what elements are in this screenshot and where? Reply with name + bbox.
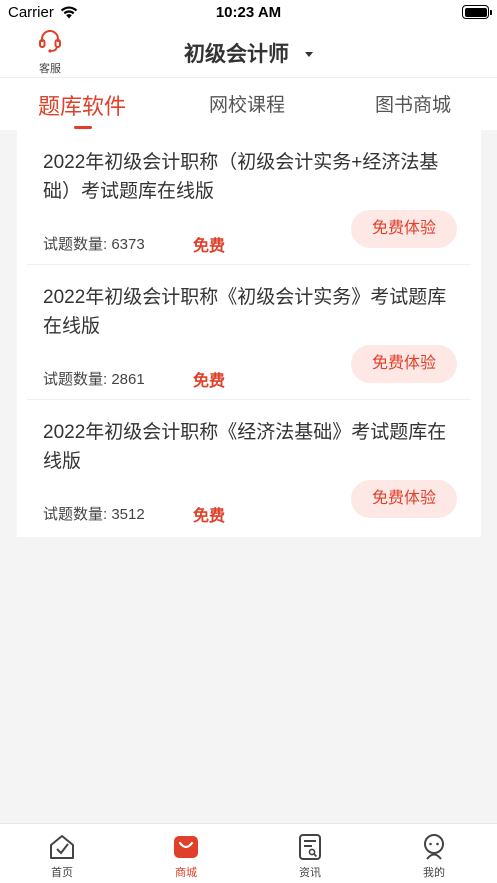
free-trial-button[interactable]: 免费体验 [351, 345, 457, 383]
tabbar-label: 我的 [423, 867, 445, 879]
tab-book-store[interactable]: 图书商城 [375, 90, 451, 117]
tabbar-label: 首页 [51, 867, 73, 879]
status-bar: Carrier 10:23 AM [0, 0, 497, 26]
price-label: 免费 [193, 238, 226, 255]
profile-icon [424, 834, 444, 860]
product-title: 2022年初级会计职称《经济法基础》考试题库在线版 [43, 422, 447, 472]
price-label: 免费 [193, 508, 226, 525]
bottom-tab-bar: 首页 商城 资讯 我的 [0, 823, 497, 883]
product-item[interactable]: 2022年初级会计职称（初级会计实务+经济法基础）考试题库在线版 试题数量: 6… [17, 130, 481, 265]
status-time: 10:23 AM [215, 4, 282, 21]
tab-question-bank[interactable]: 题库软件 [38, 89, 126, 121]
active-tab-indicator [74, 126, 92, 129]
product-title: 2022年初级会计职称（初级会计实务+经济法基础）考试题库在线版 [43, 152, 439, 202]
question-count: 试题数量: 3512 [43, 503, 145, 524]
product-item[interactable]: 2022年初级会计职称《初级会计实务》考试题库在线版 试题数量: 2861 免费… [17, 265, 481, 400]
exam-selector[interactable]: 初级会计师 [0, 38, 497, 68]
question-count-label: 试题数量: [43, 236, 112, 253]
tab-online-courses[interactable]: 网校课程 [209, 90, 285, 117]
top-header: 客服 初级会计师 [0, 26, 497, 78]
caret-down-icon [305, 52, 313, 58]
category-tabs: 题库软件 网校课程 图书商城 [0, 78, 497, 130]
tabbar-item-mall[interactable]: 商城 [124, 824, 248, 883]
product-list: 2022年初级会计职称（初级会计实务+经济法基础）考试题库在线版 试题数量: 6… [17, 130, 481, 537]
question-count-value: 6373 [111, 236, 145, 253]
tabbar-item-profile[interactable]: 我的 [372, 824, 496, 883]
tabbar-label: 资讯 [299, 867, 321, 879]
free-trial-button[interactable]: 免费体验 [351, 480, 457, 518]
news-icon [299, 834, 321, 860]
question-count-label: 试题数量: [43, 506, 112, 523]
question-count-value: 3512 [111, 506, 145, 523]
product-item[interactable]: 2022年初级会计职称《经济法基础》考试题库在线版 试题数量: 3512 免费 … [17, 400, 481, 535]
question-count: 试题数量: 6373 [43, 233, 145, 254]
question-count-label: 试题数量: [43, 371, 112, 388]
price-label: 免费 [193, 373, 226, 390]
page-title: 初级会计师 [184, 43, 289, 66]
mall-bag-icon [174, 836, 198, 858]
battery-icon [462, 5, 492, 19]
tabbar-label: 商城 [175, 867, 197, 879]
tabbar-item-home[interactable]: 首页 [0, 824, 124, 883]
product-title: 2022年初级会计职称《初级会计实务》考试题库在线版 [43, 287, 447, 337]
free-trial-button[interactable]: 免费体验 [351, 210, 457, 248]
question-count-value: 2861 [111, 371, 145, 388]
tabbar-item-news[interactable]: 资讯 [248, 824, 372, 883]
question-count: 试题数量: 2861 [43, 368, 145, 389]
home-icon [50, 835, 74, 859]
